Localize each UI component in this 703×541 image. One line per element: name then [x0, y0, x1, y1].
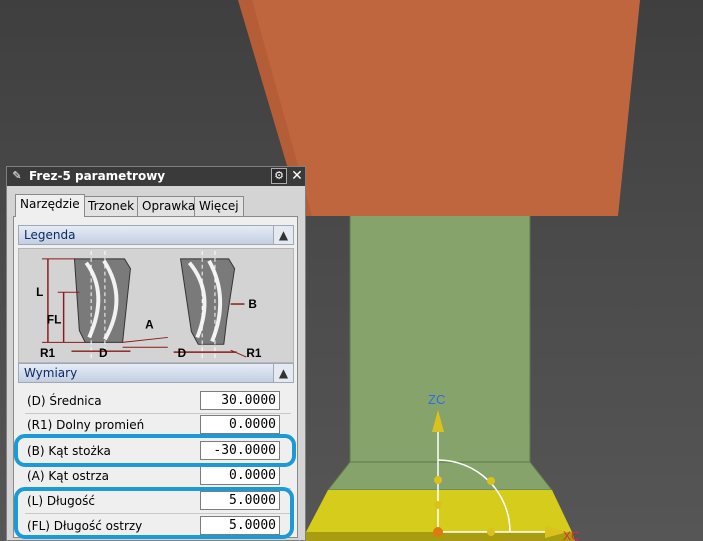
dialog-titlebar[interactable]: ✎ Frez-5 parametrowy ⚙ ✕ [7, 167, 305, 186]
legend-label-fl: FL [47, 314, 61, 327]
origin-handle[interactable] [433, 527, 443, 537]
legend-label-r1-right: R1 [246, 347, 262, 360]
dimensions-section-header[interactable]: Wymiary ▲ [18, 363, 294, 383]
highlight-taper-angle [14, 434, 296, 467]
close-icon[interactable]: ✕ [290, 168, 304, 184]
tool-neck-cone [326, 461, 554, 491]
lower-radius-field[interactable]: 0.0000 [200, 415, 280, 434]
collapse-legend-icon[interactable]: ▲ [273, 226, 293, 244]
z-handle-2[interactable] [434, 501, 442, 509]
z-axis-label: ZC [428, 392, 445, 407]
tool-legend-diagram: L FL R1 D A B D R1 [18, 248, 294, 363]
right-tool-shape [179, 258, 236, 345]
legend-section-header[interactable]: Legenda ▲ [18, 225, 294, 245]
legend-label-d-left: D [99, 347, 108, 360]
legend-label-a: A [145, 319, 154, 332]
diameter-label: (D) Średnica [27, 394, 102, 408]
tab-narzedzie[interactable]: Narzędzie [15, 194, 85, 217]
legend-label-r1-left: R1 [40, 347, 56, 360]
row-divider [25, 413, 291, 414]
legend-label-b: B [248, 298, 257, 311]
left-tool-shape [73, 258, 131, 343]
dimensions-section-title: Wymiary [24, 366, 78, 380]
tip-angle-label: (A) Kąt ostrza [27, 469, 110, 483]
tab-wiecej[interactable]: Więcej [194, 196, 244, 216]
pin-icon[interactable]: ✎ [10, 169, 24, 183]
collapse-dimensions-icon[interactable]: ▲ [273, 364, 293, 382]
diameter-field[interactable]: 30.0000 [200, 391, 280, 410]
legend-label-d-right: D [178, 347, 187, 360]
tool-dialog: ✎ Frez-5 parametrowy ⚙ ✕ Narzędzie Trzon… [6, 166, 306, 541]
tab-trzonek[interactable]: Trzonek [83, 196, 140, 216]
lower-radius-label: (R1) Dolny promień [27, 418, 145, 432]
cutter-body [306, 490, 572, 532]
dialog-title: Frez-5 parametrowy [29, 169, 166, 183]
z-handle-1[interactable] [434, 476, 442, 484]
x-handle[interactable] [487, 528, 495, 536]
arc-handle[interactable] [487, 477, 495, 485]
tip-angle-field[interactable]: 0.0000 [200, 466, 280, 485]
x-axis-label: XC [563, 529, 580, 541]
legend-label-l: L [36, 286, 43, 299]
gear-icon[interactable]: ⚙ [271, 168, 287, 184]
legend-section-title: Legenda [24, 228, 76, 242]
highlight-length-fields [14, 487, 294, 539]
tab-oprawka[interactable]: Oprawka [137, 196, 201, 216]
